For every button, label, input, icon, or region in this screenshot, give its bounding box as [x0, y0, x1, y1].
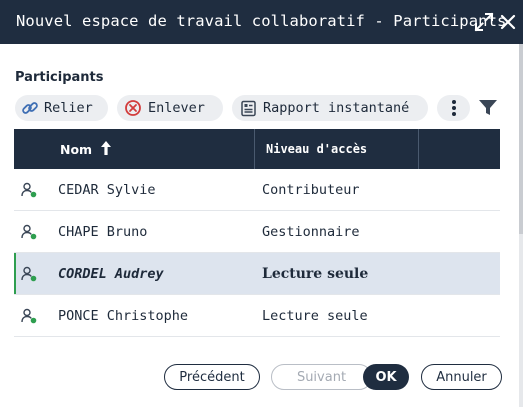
precedent-button[interactable]: Précédent — [164, 364, 260, 390]
dialog-title-bar: Nouvel espace de travail collaboratif - … — [0, 0, 523, 44]
relier-label: Relier — [44, 100, 93, 116]
remove-circle-icon — [125, 100, 141, 116]
annuler-button[interactable]: Annuler — [421, 364, 502, 390]
more-options-button[interactable] — [437, 95, 470, 121]
enlever-button[interactable]: Enlever — [117, 95, 223, 121]
participant-access-level: Lecture seule — [262, 266, 369, 282]
relier-button[interactable]: Relier — [15, 95, 108, 121]
user-online-icon — [21, 182, 37, 198]
table-row-selected[interactable]: CORDEL Audrey Lecture seule — [14, 253, 500, 295]
participant-name: CEDAR Sylvie — [58, 182, 156, 198]
close-icon[interactable] — [498, 12, 518, 32]
enlever-label: Enlever — [148, 100, 205, 116]
more-vertical-icon — [451, 100, 456, 116]
sort-ascending-icon — [101, 141, 111, 155]
user-online-icon — [21, 224, 37, 240]
table-row[interactable]: CHAPE Bruno Gestionnaire — [14, 211, 500, 253]
expand-arrows-icon[interactable] — [474, 12, 494, 32]
suivant-button[interactable]: Suivant — [271, 364, 372, 390]
link-icon — [22, 102, 38, 114]
participant-name: PONCE Christophe — [58, 308, 189, 324]
participants-table: Nom Niveau d'accès CEDAR Sylvie Contribu… — [14, 129, 500, 337]
column-header-nom[interactable]: Nom — [14, 129, 255, 169]
filter-icon[interactable] — [478, 99, 498, 117]
column-header-nom-label: Nom — [60, 142, 93, 157]
section-label: Participants — [15, 70, 104, 85]
rapport-instantane-button[interactable]: Rapport instantané — [232, 95, 428, 121]
participant-access-level: Gestionnaire — [262, 224, 360, 240]
report-icon — [241, 100, 256, 116]
column-header-niveau-acces[interactable]: Niveau d'accès — [255, 129, 419, 169]
participant-access-level: Contributeur — [262, 182, 360, 198]
table-row[interactable]: CEDAR Sylvie Contributeur — [14, 169, 500, 211]
rapport-instantane-label: Rapport instantané — [263, 100, 410, 116]
user-online-icon — [21, 308, 37, 324]
participant-name: CHAPE Bruno — [58, 224, 148, 240]
dialog-title: Nouvel espace de travail collaboratif - … — [16, 12, 507, 30]
column-header-niveau-acces-label: Niveau d'accès — [266, 142, 368, 156]
table-header: Nom Niveau d'accès — [14, 129, 500, 169]
participant-access-level: Lecture seule — [262, 308, 368, 324]
table-row[interactable]: PONCE Christophe Lecture seule — [14, 295, 500, 337]
scrollbar[interactable] — [519, 44, 523, 407]
user-online-icon — [21, 266, 37, 282]
scrollbar-thumb[interactable] — [519, 44, 523, 234]
participant-name: CORDEL Audrey — [58, 266, 164, 282]
ok-button[interactable]: OK — [363, 364, 409, 390]
